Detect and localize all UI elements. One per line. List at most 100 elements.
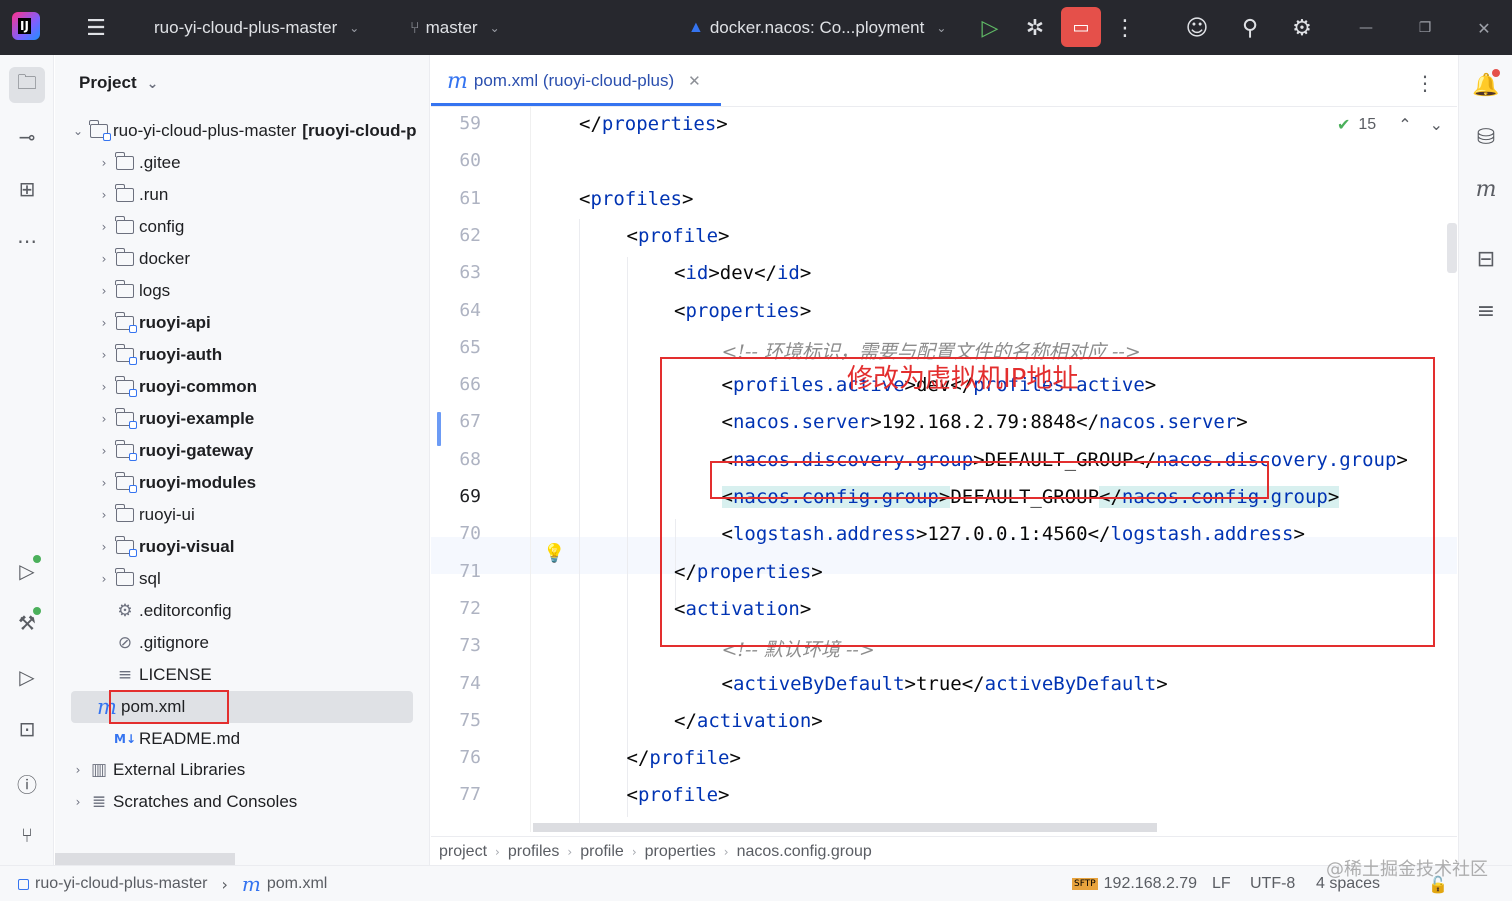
restore-icon[interactable]: ❐ xyxy=(1411,14,1439,42)
database-icon[interactable]: ⛁ xyxy=(1468,119,1504,155)
module-folder-icon xyxy=(113,344,137,365)
commit-icon[interactable]: ⊸ xyxy=(9,119,45,155)
code-line[interactable]: <profiles> xyxy=(579,188,693,210)
tree-item-logs[interactable]: › logs xyxy=(95,275,170,307)
project-selector[interactable]: ruo-yi-cloud-plus-master ⌄ xyxy=(154,0,359,55)
sftp-icon: SFTP xyxy=(1072,878,1098,890)
tree-item-sql[interactable]: › sql xyxy=(95,563,161,595)
scratches-icon: ≣ xyxy=(91,792,107,812)
tree-item-ruoyi-gateway[interactable]: › ruoyi-gateway xyxy=(95,435,253,467)
code-area[interactable]: 💡 59 </properties> 60 61 <profiles> 62 <profil… xyxy=(431,107,1457,832)
more-actions-icon[interactable]: ⋮ xyxy=(1111,14,1139,42)
tree-item-config[interactable]: › config xyxy=(95,211,184,243)
tree-item-label: ruoyi-common xyxy=(139,377,258,396)
status-encoding[interactable]: UTF-8 xyxy=(1250,866,1295,901)
project-panel-header[interactable]: Project ⌄ xyxy=(79,73,158,93)
tree-item-label: ruoyi-visual xyxy=(139,537,235,556)
line-number: 63 xyxy=(459,262,481,284)
tab-pom-xml[interactable]: m pom.xml (ruoyi-cloud-plus) ✕ xyxy=(431,55,717,107)
code-line[interactable]: <profile> xyxy=(627,225,730,247)
tree-item-run[interactable]: › .run xyxy=(95,179,168,211)
code-line[interactable]: <profile> xyxy=(627,784,730,806)
git-icon[interactable]: ⑂ xyxy=(9,817,45,853)
tree-item-ruoyi-example[interactable]: › ruoyi-example xyxy=(95,403,254,435)
status-line-separator[interactable]: LF xyxy=(1212,866,1231,901)
status-project[interactable]: ruo-yi-cloud-plus-master › m pom.xml xyxy=(18,866,327,901)
editor-horizontal-scrollbar[interactable] xyxy=(533,823,1157,832)
breadcrumb-item[interactable]: nacos.config.group xyxy=(737,843,872,861)
search-icon[interactable]: ⚲ xyxy=(1236,14,1264,42)
tree-item-label: ruoyi-example xyxy=(139,409,255,428)
chevron-down-icon[interactable]: ⌄ xyxy=(1430,115,1443,134)
tree-item-ruoyi-modules[interactable]: › ruoyi-modules xyxy=(95,467,256,499)
status-bar: ruo-yi-cloud-plus-master › m pom.xml SFT… xyxy=(0,865,1512,901)
problems-icon[interactable]: ⓘ xyxy=(9,765,45,801)
more-tools-icon[interactable]: ⋯ xyxy=(9,223,45,259)
tree-scratches[interactable]: › ≣ Scratches and Consoles xyxy=(69,786,298,818)
code-line[interactable]: </profile> xyxy=(627,747,741,769)
tree-item-editorconfig[interactable]: ⚙ .editorconfig xyxy=(95,595,231,627)
code-line[interactable]: <activeByDefault>true</activeByDefault> xyxy=(722,673,1168,695)
code-line[interactable]: </properties> xyxy=(579,113,728,135)
tree-item-ruoyi-ui[interactable]: › ruoyi-ui xyxy=(95,499,195,531)
tree-item-ruoyi-api[interactable]: › ruoyi-api xyxy=(95,307,211,339)
project-tool-icon[interactable]: 🗀 xyxy=(9,67,45,103)
breadcrumb-item[interactable]: properties xyxy=(645,843,716,861)
close-icon[interactable]: ✕ xyxy=(1470,14,1498,42)
line-sep-label: LF xyxy=(1212,875,1231,892)
gutter-separator xyxy=(530,107,531,832)
tree-item-ruoyi-common[interactable]: › ruoyi-common xyxy=(95,371,257,403)
services-running-icon[interactable]: ▭ xyxy=(1061,7,1101,47)
main-menu-icon[interactable]: ☰ xyxy=(82,14,110,42)
editor-more-icon[interactable]: ⋮ xyxy=(1415,71,1435,95)
line-number: 77 xyxy=(459,784,481,806)
intention-bulb-icon[interactable]: 💡 xyxy=(543,543,565,564)
structure-icon[interactable]: ⊞ xyxy=(9,171,45,207)
maven-tool-icon[interactable]: m xyxy=(1468,171,1504,207)
debug-icon[interactable]: ✲ xyxy=(1021,14,1049,42)
tree-root[interactable]: ⌄ ruo-yi-cloud-plus-master [ruoyi-cloud-… xyxy=(69,115,417,147)
status-sftp[interactable]: SFTP 192.168.2.79 xyxy=(1072,866,1197,901)
breadcrumb-item[interactable]: profile xyxy=(580,843,624,861)
tree-item-ruoyi-visual[interactable]: › ruoyi-visual xyxy=(95,531,234,563)
tree-item-gitignore[interactable]: ⊘ .gitignore xyxy=(95,627,209,659)
run-tool-icon[interactable]: ▷ xyxy=(9,659,45,695)
chevron-up-icon[interactable]: ⌃ xyxy=(1398,115,1411,134)
active-tab-indicator xyxy=(431,103,721,106)
chevron-right-icon: › xyxy=(101,380,107,394)
properties-highlight-box xyxy=(660,357,1435,647)
tree-item-license[interactable]: ≡ LICENSE xyxy=(95,659,212,691)
minimize-icon[interactable]: — xyxy=(1352,14,1380,42)
code-line[interactable]: <properties> xyxy=(674,300,811,322)
project-panel-title: Project xyxy=(79,73,137,92)
project-horizontal-scrollbar[interactable] xyxy=(55,853,235,865)
line-number: 74 xyxy=(459,672,481,694)
code-line[interactable]: <id>dev</id> xyxy=(674,262,811,284)
module-folder-icon xyxy=(87,120,111,141)
editor-vertical-scrollbar[interactable] xyxy=(1447,223,1457,273)
terminal-icon[interactable]: ⊡ xyxy=(9,711,45,747)
tree-item-ruoyi-auth[interactable]: › ruoyi-auth xyxy=(95,339,222,371)
code-line[interactable]: </activation> xyxy=(674,710,823,732)
inspection-widget[interactable]: ✔ 15 ⌃ ⌄ xyxy=(1337,115,1443,134)
tree-external-libraries[interactable]: › ▥ External Libraries xyxy=(69,754,246,786)
branch-selector[interactable]: ⑂ master ⌄ xyxy=(410,0,500,55)
chevron-down-icon: ⌄ xyxy=(936,20,947,35)
run-icon[interactable]: ▷ xyxy=(976,14,1004,42)
close-tab-icon[interactable]: ✕ xyxy=(688,72,701,90)
run-config-selector[interactable]: ▲ docker.nacos: Co...ployment ⌄ xyxy=(688,0,946,55)
tree-item-docker[interactable]: › docker xyxy=(95,243,190,275)
list-icon[interactable]: ≡ xyxy=(1468,293,1504,329)
add-user-icon[interactable]: ☺ xyxy=(1183,14,1211,42)
tree-item-gitee[interactable]: › .gitee xyxy=(95,147,181,179)
breadcrumb-item[interactable]: profiles xyxy=(508,843,560,861)
tree-item-readme-md[interactable]: M↓ README.md xyxy=(95,723,240,755)
settings-icon[interactable]: ⚙ xyxy=(1288,14,1316,42)
breadcrumb-item[interactable]: project xyxy=(439,843,487,861)
notifications-icon[interactable]: 🔔 xyxy=(1468,67,1504,103)
tree-item-label: ruoyi-gateway xyxy=(139,441,254,460)
build-icon[interactable]: ⚒ xyxy=(9,605,45,641)
services-icon[interactable]: ▷ xyxy=(9,553,45,589)
intellij-logo-icon[interactable] xyxy=(12,12,40,40)
hierarchy-icon[interactable]: ⊟ xyxy=(1468,241,1504,277)
